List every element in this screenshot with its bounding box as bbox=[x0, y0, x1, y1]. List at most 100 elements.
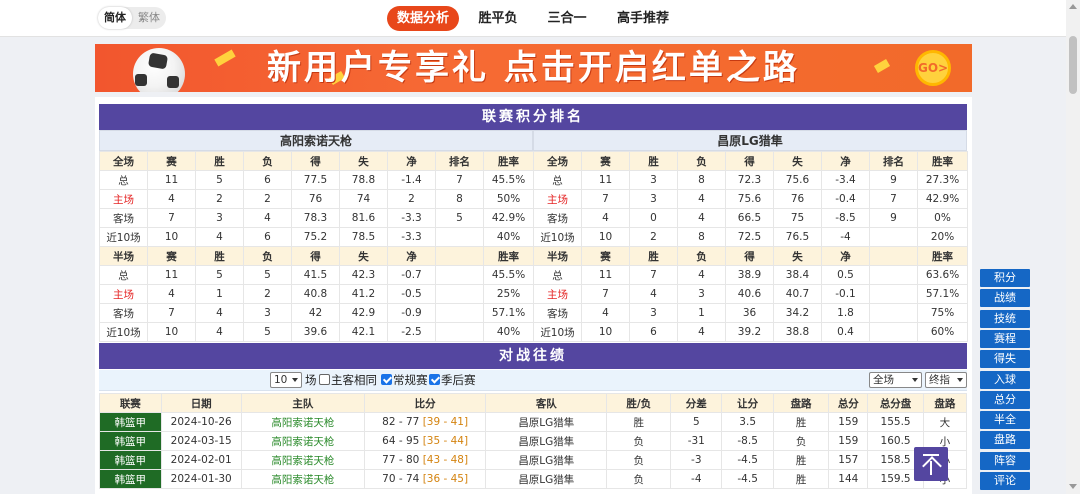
total-cell: 159 bbox=[828, 431, 869, 451]
standings-cell: 75.2 bbox=[291, 227, 340, 247]
standings-header-cell: 排名 bbox=[435, 151, 484, 171]
total-cell: 144 bbox=[828, 469, 869, 489]
home-standings-table: 全场赛胜负得失净排名 胜率总 11 5 6 77.5 78.8 -1.4 7 45.5% 主场 4 2 2… bbox=[99, 151, 534, 342]
same-home-checkbox[interactable] bbox=[319, 374, 330, 385]
h2h-row[interactable]: 韩篮甲 2024-02-01 高阳索诺天枪 77 - 80 [43 - 48] 昌原LG… bbox=[99, 450, 968, 470]
standings-cell: 近10场 bbox=[533, 322, 582, 342]
standings-cell: 75.6 bbox=[725, 189, 774, 209]
home-team-cell[interactable]: 高阳索诺天枪 bbox=[240, 469, 366, 489]
standings-cell: 45.5% bbox=[483, 265, 534, 285]
standings-cell: 10 bbox=[581, 322, 630, 342]
home-team-cell[interactable]: 高阳索诺天枪 bbox=[240, 431, 366, 451]
league-cell[interactable]: 韩篮甲 bbox=[99, 431, 162, 451]
standings-cell: -8.5 bbox=[821, 208, 870, 228]
standings-cell: 36 bbox=[725, 303, 774, 323]
side-nav-item[interactable]: 得失 bbox=[980, 350, 1030, 369]
odds-line-select[interactable]: 终指 bbox=[925, 372, 967, 388]
side-nav-item[interactable]: 阵容 bbox=[980, 451, 1030, 470]
away-team-cell[interactable]: 昌原LG猎隼 bbox=[485, 412, 608, 432]
standings-cell: 2 bbox=[387, 189, 436, 209]
scope-select[interactable]: 全场 bbox=[869, 372, 922, 388]
standings-cell: 11 bbox=[581, 265, 630, 285]
standings-cell: 3 bbox=[629, 303, 678, 323]
back-to-top-button[interactable] bbox=[914, 447, 948, 481]
scrollbar[interactable] bbox=[1066, 0, 1080, 494]
h2h-header-cell: 比分 bbox=[364, 393, 487, 413]
nav-expert-picks[interactable]: 高手推荐 bbox=[612, 6, 674, 31]
standings-cell: 7 bbox=[581, 189, 630, 209]
standings-cell: 10 bbox=[147, 322, 196, 342]
side-nav-item[interactable]: 入球 bbox=[980, 370, 1030, 389]
away-team-cell[interactable]: 昌原LG猎隼 bbox=[485, 431, 608, 451]
cover-cell: 胜 bbox=[772, 469, 830, 489]
nav-data-analysis[interactable]: 数据分析 bbox=[387, 6, 459, 31]
standings-cell: -0.5 bbox=[387, 284, 436, 304]
nav-three-in-one[interactable]: 三合一 bbox=[541, 6, 593, 31]
total-cell: 159 bbox=[828, 412, 869, 432]
standings-cell: 5 bbox=[243, 265, 292, 285]
side-nav-item[interactable]: 半全 bbox=[980, 411, 1030, 430]
language-toggle[interactable]: 简体 繁体 bbox=[98, 7, 166, 29]
standings-header-row: 全场赛胜负得失净排名 胜率 bbox=[99, 151, 534, 171]
score-cell: 64 - 95 [35 - 44] bbox=[364, 431, 487, 451]
standings-cell: 总 bbox=[533, 265, 582, 285]
regular-season-label: 常规赛 bbox=[393, 373, 428, 387]
top-bar: 简体 繁体 数据分析 胜平负 三合一 高手推荐 bbox=[0, 0, 1066, 37]
standings-row: 近10场 10 4 5 39.6 42.1 -2.5 40% bbox=[99, 322, 534, 342]
playoffs-checkbox[interactable] bbox=[429, 374, 440, 385]
away-team-cell[interactable]: 昌原LG猎隼 bbox=[485, 450, 608, 470]
regular-season-checkbox[interactable] bbox=[381, 374, 392, 385]
side-nav-item[interactable]: 积分 bbox=[980, 269, 1030, 287]
standings-cell: 3 bbox=[195, 208, 244, 228]
standings-header-cell: 失 bbox=[339, 246, 388, 266]
standings-cell: 42.9% bbox=[483, 208, 534, 228]
match-count-select[interactable]: 10 bbox=[270, 372, 302, 388]
h2h-row[interactable]: 韩篮甲 2024-03-15 高阳索诺天枪 64 - 95 [35 - 44] 昌原LG… bbox=[99, 431, 968, 451]
side-nav-item[interactable]: 赛程 bbox=[980, 329, 1030, 348]
full-score: 77 - 80 bbox=[382, 454, 423, 466]
banner-text: 新用户专享礼 点击开启红单之路 bbox=[267, 48, 800, 88]
league-cell[interactable]: 韩篮甲 bbox=[99, 450, 162, 470]
standings-row: 客场 4 0 4 66.5 75 -8.5 9 0% bbox=[533, 208, 968, 228]
handicap-cell: 3.5 bbox=[721, 412, 774, 432]
league-cell[interactable]: 韩篮甲 bbox=[99, 469, 162, 489]
standings-header-cell: 半场 bbox=[533, 246, 582, 266]
side-nav-item[interactable]: 战绩 bbox=[980, 289, 1030, 308]
lang-traditional[interactable]: 繁体 bbox=[132, 7, 166, 29]
standings-cell: 60% bbox=[917, 322, 968, 342]
confetti-decoration bbox=[214, 49, 236, 67]
home-team-cell[interactable]: 高阳索诺天枪 bbox=[240, 412, 366, 432]
standings-cell: 39.2 bbox=[725, 322, 774, 342]
side-nav-item[interactable]: 盘路 bbox=[980, 431, 1030, 450]
standings-cell: 76 bbox=[773, 189, 822, 209]
standings-cell: 客场 bbox=[533, 208, 582, 228]
nav-win-draw-loss[interactable]: 胜平负 bbox=[472, 6, 524, 31]
standings-cell: 5 bbox=[195, 265, 244, 285]
lang-simplified[interactable]: 简体 bbox=[98, 7, 132, 29]
standings-cell: 0% bbox=[917, 208, 968, 228]
side-nav-item[interactable]: 技统 bbox=[980, 309, 1030, 328]
league-cell[interactable]: 韩篮甲 bbox=[99, 412, 162, 432]
h2h-row[interactable]: 韩篮甲 2024-10-26 高阳索诺天枪 82 - 77 [39 - 41] 昌原LG… bbox=[99, 412, 968, 432]
scroll-up-icon[interactable] bbox=[1069, 4, 1077, 9]
side-nav-item[interactable]: 评论 bbox=[980, 472, 1030, 490]
standings-cell: 近10场 bbox=[99, 322, 148, 342]
promo-banner[interactable]: 新用户专享礼 点击开启红单之路 GO> bbox=[95, 44, 972, 92]
standings-header-cell: 胜 bbox=[195, 246, 244, 266]
standings-cell: 78.3 bbox=[291, 208, 340, 228]
standings-cell: 74 bbox=[339, 189, 388, 209]
standings-cell: 42 bbox=[291, 303, 340, 323]
away-team-cell[interactable]: 昌原LG猎隼 bbox=[485, 469, 608, 489]
standings-header-cell: 胜率 bbox=[483, 151, 534, 171]
standings-cell: 7 bbox=[435, 170, 484, 190]
h2h-row[interactable]: 韩篮甲 2024-01-30 高阳索诺天枪 70 - 74 [36 - 45] 昌原LG… bbox=[99, 469, 968, 489]
banner-go-button[interactable]: GO> bbox=[915, 50, 951, 86]
standings-cell: -2.5 bbox=[387, 322, 436, 342]
home-team-cell[interactable]: 高阳索诺天枪 bbox=[240, 450, 366, 470]
full-score: 64 - 95 bbox=[382, 435, 423, 447]
standings-row: 总 11 3 8 72.3 75.6 -3.4 9 27.3% bbox=[533, 170, 968, 190]
scroll-down-icon[interactable] bbox=[1069, 484, 1077, 489]
scrollbar-thumb[interactable] bbox=[1069, 36, 1077, 94]
side-nav-item[interactable]: 总分 bbox=[980, 390, 1030, 409]
standings-cell: 57.1% bbox=[483, 303, 534, 323]
